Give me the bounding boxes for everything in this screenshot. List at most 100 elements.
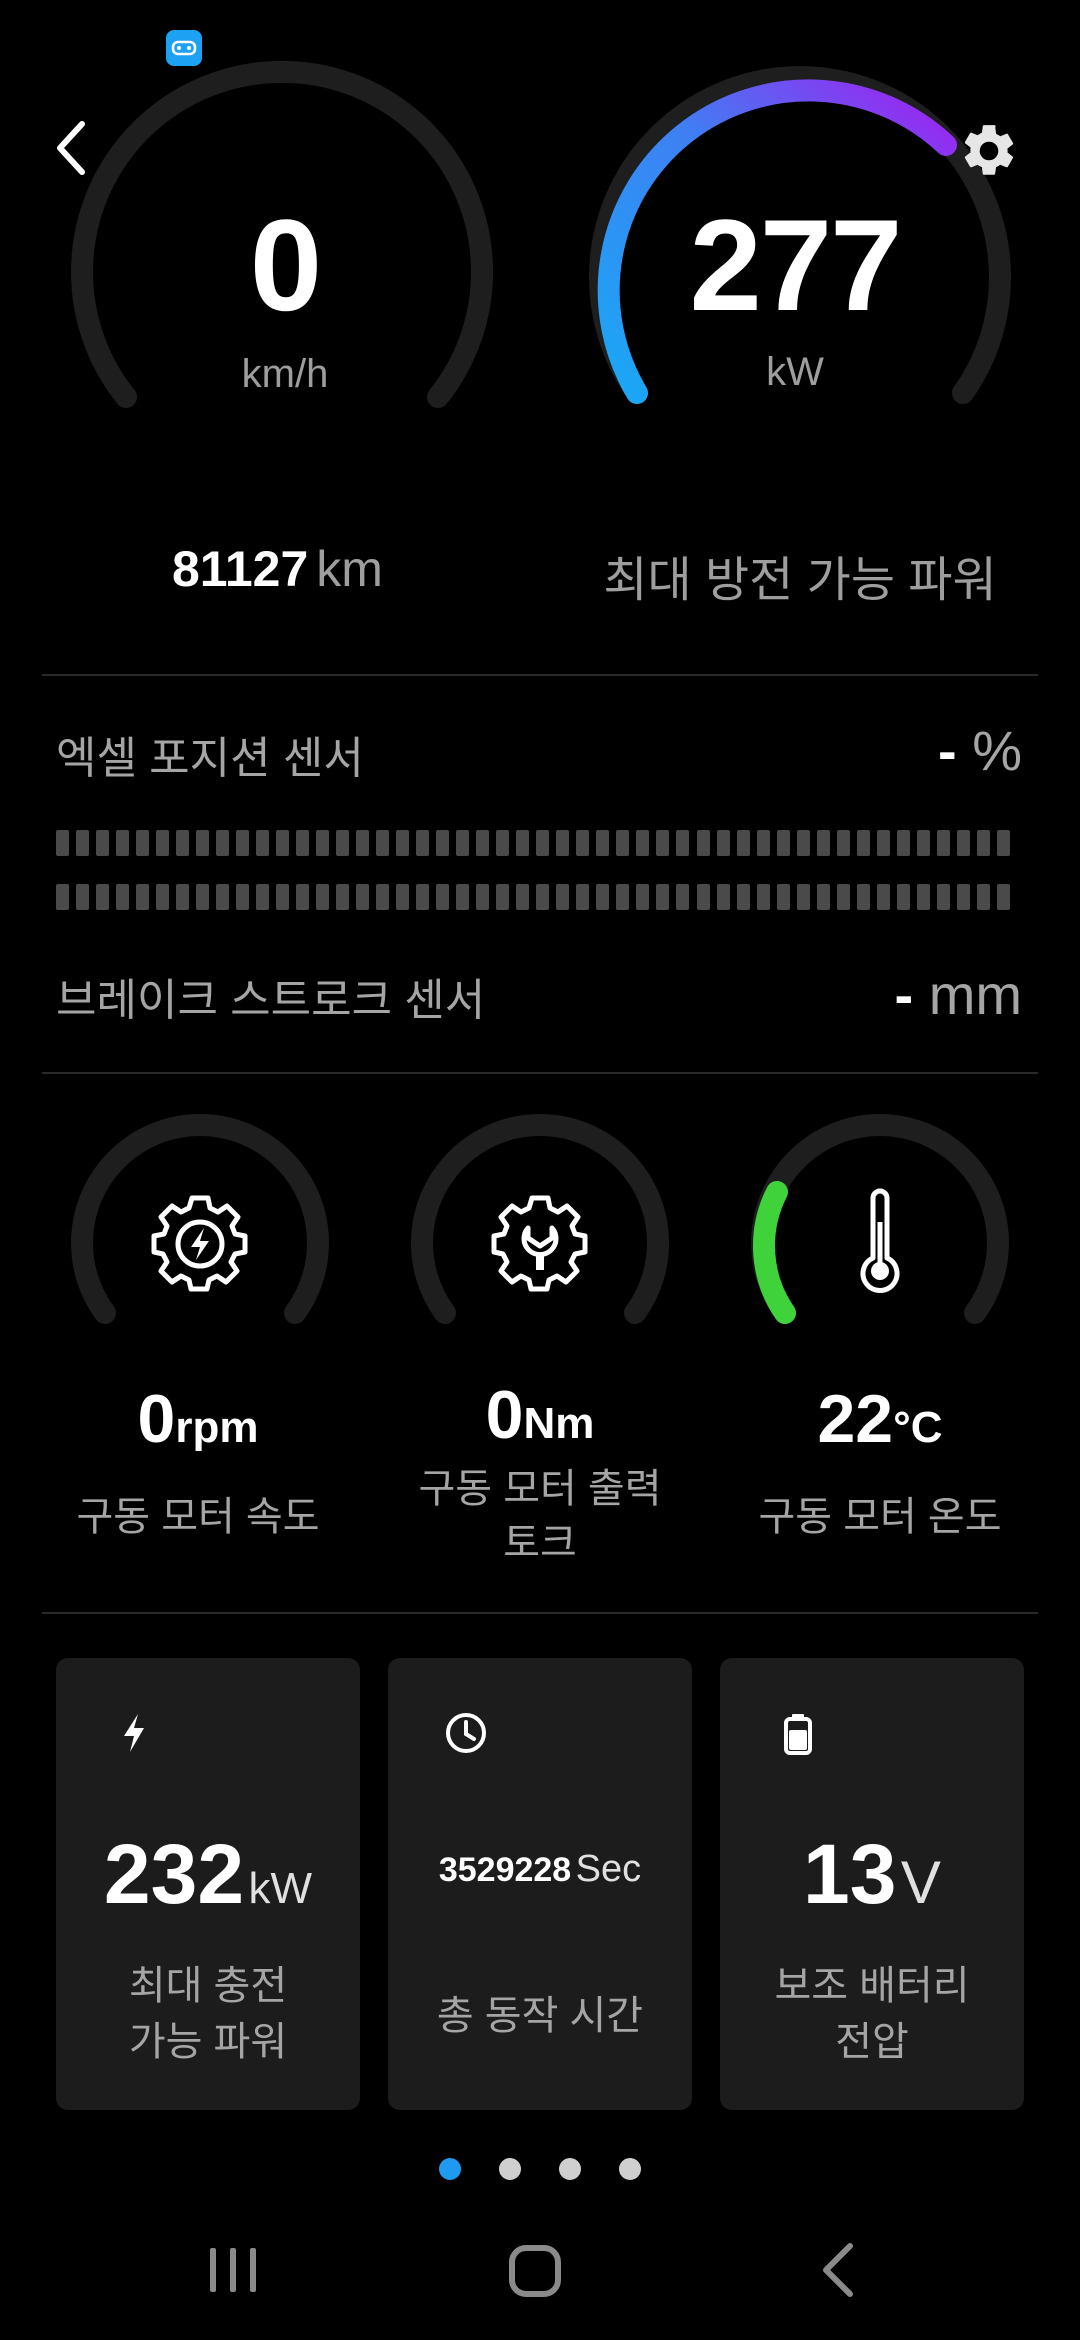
bar-segment — [56, 830, 69, 856]
bar-segment — [936, 884, 950, 910]
max-charge-unit: kW — [248, 1864, 313, 1913]
system-navbar — [210, 2243, 853, 2297]
aux-battery-unit: V — [900, 1849, 941, 1916]
bar-segment — [556, 830, 570, 856]
bar-segment — [56, 884, 69, 910]
operating-time-number: 3529228 — [438, 1851, 572, 1889]
motor-temp-unit: °C — [893, 1403, 943, 1452]
bar-segment — [756, 830, 770, 856]
bar-segment — [896, 830, 910, 856]
page-dot[interactable] — [499, 2158, 521, 2180]
bar-segment — [96, 830, 110, 856]
aux-battery-number: 13 — [803, 1827, 897, 1921]
accel-value: - — [937, 719, 957, 782]
accel-sensor-label: 엑셀 포지션 센서 — [56, 734, 364, 783]
motor-speed-value: 0rpm — [48, 1380, 348, 1458]
bar-segment — [176, 830, 190, 856]
bar-segment — [256, 830, 270, 856]
bar-segment — [396, 884, 410, 910]
bar-segment — [656, 884, 670, 910]
bar-segment — [176, 884, 190, 910]
bar-segment — [756, 884, 770, 910]
bar-segment — [136, 884, 150, 910]
back-icon[interactable] — [823, 2243, 853, 2297]
recents-icon[interactable] — [210, 2248, 256, 2292]
bar-segment — [536, 884, 550, 910]
operating-time-value: 3529228 Sec — [388, 1848, 692, 1891]
bar-segment — [436, 830, 450, 856]
bar-segment — [496, 884, 510, 910]
bar-segment — [496, 830, 510, 856]
motor-speed-number: 0 — [137, 1381, 176, 1457]
bar-segment — [776, 884, 790, 910]
aux-battery-label-line1: 보조 배터리 — [774, 1964, 970, 2008]
bar-segment — [76, 884, 90, 910]
bar-segment — [916, 884, 930, 910]
bar-segment — [956, 884, 970, 910]
bar-segment — [456, 830, 470, 856]
bar-segment — [356, 884, 370, 910]
gear-wrench-icon — [491, 1195, 588, 1292]
bar-segment — [516, 830, 530, 856]
bar-segment — [716, 884, 730, 910]
max-charge-card: 232 kW 최대 충전 가능 파워 — [56, 1658, 360, 2110]
bar-segment — [416, 884, 430, 910]
bar-segment — [636, 884, 650, 910]
bar-segment — [136, 830, 150, 856]
odometer-unit: km — [316, 541, 383, 597]
speed-unit: km/h — [241, 352, 329, 396]
page-dot[interactable] — [619, 2158, 641, 2180]
motor-temp-value: 22°C — [730, 1380, 1030, 1458]
bar-segment — [536, 830, 550, 856]
brake-unit: mm — [928, 963, 1022, 1026]
operating-time-card: 3529228 Sec 총 동작 시간 — [388, 1658, 692, 2110]
page-dot[interactable] — [439, 2158, 461, 2180]
speed-value: 0 — [249, 192, 322, 338]
motor-temp-number: 22 — [817, 1381, 894, 1457]
odometer: 81127 km — [172, 540, 383, 598]
brake-sensor-label: 브레이크 스트로크 센서 — [56, 976, 486, 1025]
bar-segment — [696, 884, 710, 910]
bar-segment — [156, 884, 170, 910]
battery-icon — [784, 1714, 812, 1755]
bar-segment — [216, 830, 230, 856]
accel-sensor-value: - % — [938, 718, 1022, 783]
bar-segment — [376, 830, 390, 856]
max-charge-label: 최대 충전 가능 파워 — [56, 1958, 360, 2070]
divider — [42, 674, 1038, 676]
bar-segment — [216, 884, 230, 910]
settings-button[interactable] — [958, 120, 1020, 182]
bar-segment — [396, 830, 410, 856]
aux-battery-label-line2: 전압 — [835, 2020, 909, 2064]
motor-speed-gauge — [71, 1114, 329, 1324]
bar-segment — [76, 830, 90, 856]
power-unit: kW — [766, 350, 824, 394]
bar-segment — [856, 830, 870, 856]
odometer-value: 81127 — [172, 541, 309, 597]
bar-segment — [316, 830, 330, 856]
bar-segment — [436, 884, 450, 910]
brake-value: - — [894, 963, 914, 1026]
clock-icon — [446, 1713, 486, 1753]
bar-segment — [236, 830, 250, 856]
bar-segment — [876, 884, 890, 910]
bar-segment — [236, 884, 250, 910]
bar-segment — [676, 884, 690, 910]
operating-time-label: 총 동작 시간 — [436, 1994, 644, 2038]
bar-segment — [476, 884, 490, 910]
page-indicator — [0, 2158, 1080, 2180]
page-dot[interactable] — [559, 2158, 581, 2180]
bar-segment — [976, 884, 990, 910]
operating-time-unit: Sec — [575, 1848, 642, 1890]
bar-segment — [356, 830, 370, 856]
home-icon[interactable] — [509, 2245, 561, 2297]
accel-unit: % — [972, 719, 1022, 782]
motor-torque-label-line2: 토크 — [503, 1521, 577, 1565]
gear-icon — [964, 125, 1014, 175]
motor-torque-number: 0 — [485, 1377, 524, 1453]
brake-bar — [56, 884, 1010, 910]
bar-segment — [376, 884, 390, 910]
bar-segment — [876, 830, 890, 856]
bar-segment — [816, 884, 830, 910]
bar-segment — [996, 830, 1010, 856]
